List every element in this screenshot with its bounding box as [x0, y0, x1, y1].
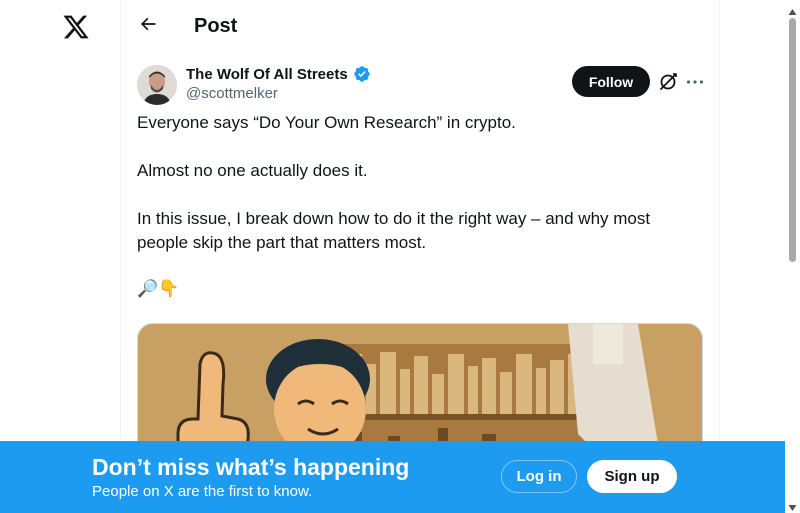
page-header: Post — [121, 0, 719, 53]
tweet-author-row: The Wolf Of All Streets @scottmelker Fol… — [137, 63, 706, 107]
tweet: The Wolf Of All Streets @scottmelker Fol… — [137, 63, 706, 513]
banner-title: Don’t miss what’s happening — [92, 454, 410, 480]
back-button[interactable] — [131, 10, 165, 44]
scroll-up-arrow-icon[interactable] — [788, 3, 797, 15]
display-name-row: The Wolf Of All Streets — [186, 65, 371, 83]
tweet-emoji-line: 🔎👇 — [137, 279, 180, 298]
avatar[interactable] — [137, 65, 177, 105]
page-title: Post — [194, 15, 238, 37]
main-column: Post The Wolf Of All Streets @scottmelke… — [120, 0, 720, 513]
left-nav — [0, 0, 120, 513]
page: Post The Wolf Of All Streets @scottmelke… — [0, 0, 800, 513]
x-logo-icon[interactable] — [62, 13, 90, 41]
signup-banner: Don’t miss what’s happening People on X … — [0, 441, 785, 513]
scrollbar-thumb[interactable] — [789, 18, 796, 262]
scrollbar[interactable] — [785, 0, 800, 513]
tweet-paragraph: Everyone says “Do Your Own Research” in … — [137, 113, 516, 132]
author-handle[interactable]: @scottmelker — [186, 85, 371, 102]
tweet-paragraph: In this issue, I break down how to do it… — [137, 209, 651, 252]
banner-subtitle: People on X are the first to know. — [92, 483, 313, 500]
display-name[interactable]: The Wolf Of All Streets — [186, 66, 348, 83]
more-horizontal-icon[interactable] — [684, 71, 706, 93]
verified-badge-icon — [351, 65, 371, 83]
arrow-left-icon — [138, 14, 158, 39]
author-names: The Wolf Of All Streets @scottmelker — [186, 65, 371, 102]
signup-button[interactable]: Sign up — [587, 460, 677, 493]
login-button[interactable]: Log in — [501, 460, 577, 493]
tweet-text: Everyone says “Do Your Own Research” in … — [137, 111, 703, 301]
scroll-down-arrow-icon[interactable] — [788, 499, 797, 511]
grok-icon[interactable] — [657, 71, 679, 93]
follow-button[interactable]: Follow — [572, 66, 650, 97]
tweet-paragraph: Almost no one actually does it. — [137, 161, 368, 180]
